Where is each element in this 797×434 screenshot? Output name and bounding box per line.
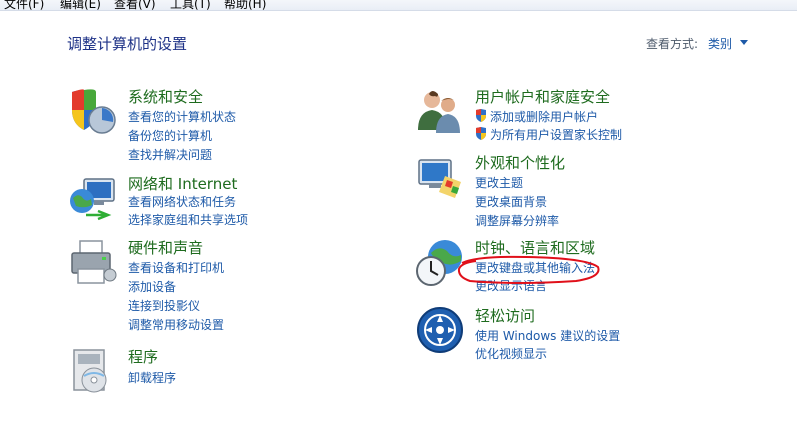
category-hardware-sound: 硬件和声音 查看设备和打印机 添加设备 连接到投影仪 调整常用移动设置 (68, 237, 348, 332)
category-ease-of-access: 轻松访问 使用 Windows 建议的设置 优化视频显示 (415, 305, 695, 361)
category-title-appearance[interactable]: 外观和个性化 (475, 152, 565, 173)
category-programs: 程序 卸载程序 (68, 346, 348, 396)
menu-edit[interactable]: 编辑(E) (60, 0, 101, 12)
link-add-remove-accounts[interactable]: 添加或删除用户帐户 (475, 108, 598, 125)
category-system-security: 系统和安全 查看您的计算机状态 备份您的计算机 查找并解决问题 (68, 86, 348, 162)
link-change-display-language[interactable]: 更改显示语言 (475, 277, 547, 294)
category-title-hardware[interactable]: 硬件和声音 (128, 237, 203, 258)
view-by-dropdown[interactable]: 类别 (708, 35, 732, 52)
link-screen-resolution[interactable]: 调整屏幕分辨率 (475, 212, 559, 229)
menu-bar: 文件(F) 编辑(E) 查看(V) 工具(T) 帮助(H) (0, 0, 797, 11)
view-by-label: 查看方式: (646, 37, 699, 51)
link-backup-computer[interactable]: 备份您的计算机 (128, 127, 212, 144)
shield-chart-icon[interactable] (68, 86, 118, 136)
monitor-palette-icon[interactable] (415, 152, 465, 202)
link-homegroup-sharing[interactable]: 选择家庭组和共享选项 (128, 211, 248, 228)
view-by: 查看方式: 类别 (646, 35, 748, 52)
category-appearance: 外观和个性化 更改主题 更改桌面背景 调整屏幕分辨率 (415, 152, 695, 229)
category-title-ease-of-access[interactable]: 轻松访问 (475, 305, 535, 326)
clock-globe-icon[interactable] (415, 237, 465, 287)
link-connect-projector[interactable]: 连接到投影仪 (128, 297, 200, 314)
category-user-accounts: 用户帐户和家庭安全 添加或删除用户帐户 为所有用户设置家长控制 (415, 86, 695, 142)
category-title-system-security[interactable]: 系统和安全 (128, 86, 203, 107)
link-windows-recommended[interactable]: 使用 Windows 建议的设置 (475, 327, 620, 344)
users-icon[interactable] (415, 86, 465, 136)
category-title-user-accounts[interactable]: 用户帐户和家庭安全 (475, 86, 610, 107)
network-globe-icon[interactable] (68, 173, 118, 223)
ease-of-access-icon[interactable] (415, 305, 465, 355)
uac-shield-icon (476, 127, 486, 140)
chevron-down-icon[interactable] (740, 40, 748, 45)
link-add-device[interactable]: 添加设备 (128, 278, 176, 295)
link-parental-controls[interactable]: 为所有用户设置家长控制 (475, 126, 622, 143)
category-clock-language: 时钟、语言和区域 更改键盘或其他输入法 更改显示语言 (415, 237, 695, 293)
link-troubleshoot[interactable]: 查找并解决问题 (128, 146, 212, 163)
link-change-theme[interactable]: 更改主题 (475, 174, 523, 191)
category-title-clock-language[interactable]: 时钟、语言和区域 (475, 237, 595, 258)
link-mobility-settings[interactable]: 调整常用移动设置 (128, 316, 224, 333)
link-desktop-background[interactable]: 更改桌面背景 (475, 193, 547, 210)
link-label: 为所有用户设置家长控制 (490, 128, 623, 142)
link-network-status[interactable]: 查看网络状态和任务 (128, 193, 236, 210)
link-uninstall-program[interactable]: 卸载程序 (128, 369, 176, 386)
category-network-internet: 网络和 Internet 查看网络状态和任务 选择家庭组和共享选项 (68, 173, 348, 229)
menu-tools[interactable]: 工具(T) (170, 0, 211, 12)
menu-help[interactable]: 帮助(H) (224, 0, 266, 12)
link-optimize-display[interactable]: 优化视频显示 (475, 345, 547, 362)
printer-icon[interactable] (68, 237, 118, 287)
menu-view[interactable]: 查看(V) (114, 0, 156, 12)
uac-shield-icon (476, 109, 486, 122)
link-view-computer-status[interactable]: 查看您的计算机状态 (128, 108, 236, 125)
programs-box-icon[interactable] (68, 346, 118, 396)
link-label: 添加或删除用户帐户 (490, 110, 599, 124)
menu-file[interactable]: 文件(F) (4, 0, 44, 12)
category-title-programs[interactable]: 程序 (128, 346, 158, 367)
page-title: 调整计算机的设置 (67, 35, 188, 53)
category-title-network[interactable]: 网络和 Internet (128, 173, 237, 194)
link-devices-printers[interactable]: 查看设备和打印机 (128, 259, 224, 276)
link-change-input-method[interactable]: 更改键盘或其他输入法 (475, 259, 595, 276)
